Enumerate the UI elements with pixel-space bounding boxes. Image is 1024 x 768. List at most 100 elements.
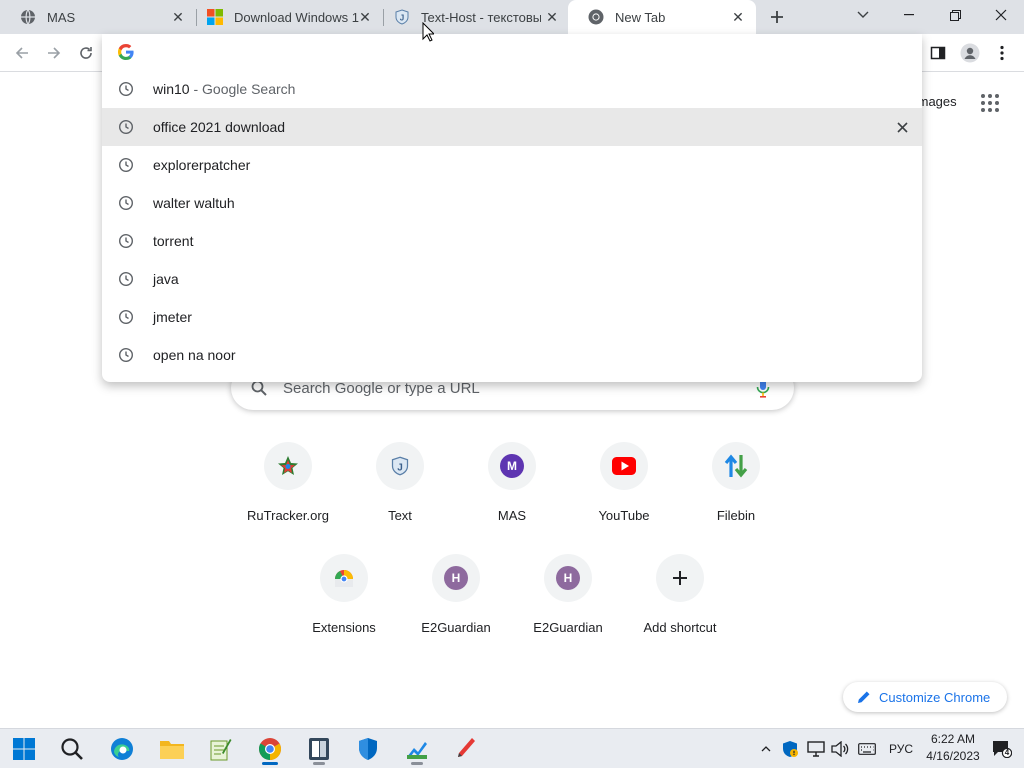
- tab-new-tab[interactable]: New Tab ✕: [568, 0, 756, 34]
- tray-network[interactable]: [806, 739, 826, 759]
- reload-button[interactable]: [74, 41, 98, 65]
- running-indicator: [313, 762, 325, 765]
- taskbar-notepad-plus[interactable]: [204, 733, 236, 765]
- texthost-shield-icon: J: [394, 9, 410, 25]
- close-icon: [995, 9, 1007, 21]
- omnibox-suggestion[interactable]: jmeter: [102, 298, 922, 336]
- shortcut-tile-mas[interactable]: M MAS: [456, 442, 568, 542]
- tray-volume[interactable]: [830, 739, 850, 759]
- restore-button[interactable]: [932, 0, 978, 30]
- suggestion-text: explorerpatcher: [153, 157, 251, 173]
- youtube-icon: [600, 442, 648, 490]
- mouse-cursor-icon: [422, 22, 434, 42]
- shortcut-tile-e2guardian[interactable]: H E2Guardian: [512, 554, 624, 654]
- omnibox-dropdown: win10 - Google Search office 2021 downlo…: [102, 34, 922, 382]
- history-clock-icon: [118, 119, 134, 135]
- shortcut-tile-filebin[interactable]: Filebin: [680, 442, 792, 542]
- start-button[interactable]: [8, 733, 40, 765]
- taskbar-reader-app[interactable]: [303, 733, 335, 765]
- omnibox-suggestion[interactable]: walter waltuh: [102, 184, 922, 222]
- close-tab-icon[interactable]: ✕: [357, 9, 373, 25]
- svg-text:J: J: [397, 462, 403, 473]
- clock-date: 4/16/2023: [926, 749, 980, 763]
- omnibox-suggestion[interactable]: torrent: [102, 222, 922, 260]
- customize-chrome-button[interactable]: Customize Chrome: [843, 682, 1007, 712]
- shortcut-tile-e2guardian[interactable]: H E2Guardian: [400, 554, 512, 654]
- shortcut-label: MAS: [497, 508, 527, 523]
- tab-text-host[interactable]: J Text-Host - текстовый хостинг ✕: [374, 0, 570, 34]
- clock-time: 6:22 AM: [930, 732, 976, 746]
- letter-h-avatar: H: [444, 566, 468, 590]
- omnibox-suggestion[interactable]: java: [102, 260, 922, 298]
- history-clock-icon: [118, 81, 134, 97]
- omnibox-suggestion-selected[interactable]: office 2021 download: [102, 108, 922, 146]
- suggestion-text: win10: [153, 81, 190, 97]
- windows-logo-icon: [207, 9, 223, 25]
- tray-keyboard[interactable]: [856, 739, 878, 759]
- close-tab-icon[interactable]: ✕: [170, 9, 186, 25]
- omnibox-suggestion[interactable]: open na noor: [102, 336, 922, 374]
- back-button[interactable]: [10, 41, 34, 65]
- taskbar-paint-app[interactable]: [450, 733, 482, 765]
- book-reader-icon: [309, 738, 329, 760]
- shortcut-tile-text[interactable]: J Text: [344, 442, 456, 542]
- taskbar-file-explorer[interactable]: [156, 733, 188, 765]
- close-window-button[interactable]: [978, 0, 1024, 30]
- taskbar-spreadsheet-app[interactable]: [401, 733, 433, 765]
- taskbar-clock[interactable]: 6:22 AM 4/16/2023: [922, 731, 984, 765]
- close-tab-icon[interactable]: ✕: [730, 9, 746, 25]
- chrome-menu-button[interactable]: [990, 41, 1014, 65]
- svg-text:J: J: [400, 14, 404, 23]
- more-vert-icon: [1000, 45, 1004, 61]
- restore-icon: [949, 9, 961, 21]
- profile-button[interactable]: [958, 41, 982, 65]
- pencil-icon: [857, 690, 871, 704]
- plus-icon: [771, 11, 783, 23]
- side-panel-button[interactable]: [926, 41, 950, 65]
- omnibox-suggestion[interactable]: explorerpatcher: [102, 146, 922, 184]
- omnibox-input[interactable]: [152, 40, 892, 64]
- history-clock-icon: [118, 271, 134, 287]
- taskbar-edge[interactable]: [106, 733, 138, 765]
- new-tab-button[interactable]: [764, 4, 790, 30]
- forward-button[interactable]: [42, 41, 66, 65]
- shortcut-tile-youtube[interactable]: YouTube: [568, 442, 680, 542]
- tab-search-button[interactable]: [840, 0, 886, 30]
- google-apps-icon[interactable]: [980, 93, 1000, 113]
- language-indicator[interactable]: РУС: [884, 739, 918, 759]
- shortcut-tile-extensions[interactable]: Extensions: [288, 554, 400, 654]
- tab-title: Text-Host - текстовый хостинг: [421, 9, 541, 25]
- history-clock-icon: [118, 195, 134, 211]
- rutracker-icon: [264, 442, 312, 490]
- tab-mas[interactable]: MAS ✕: [0, 0, 196, 34]
- suggestion-description: - Google Search: [189, 81, 296, 97]
- add-shortcut-tile[interactable]: Add shortcut: [624, 554, 736, 654]
- tray-security[interactable]: [780, 739, 800, 759]
- notifications-button[interactable]: 4: [992, 740, 1013, 759]
- shortcut-label: Filebin: [716, 508, 756, 523]
- shortcut-label: E2Guardian: [421, 620, 491, 635]
- suggestion-text: torrent: [153, 233, 194, 249]
- tab-strip: MAS ✕ Download Windows 10 ✕ J Text-Host …: [0, 0, 1024, 34]
- shortcut-label: YouTube: [598, 508, 650, 523]
- taskbar-chrome[interactable]: [254, 733, 286, 765]
- show-hidden-icons-button[interactable]: [758, 739, 774, 759]
- taskbar-defender[interactable]: [352, 733, 384, 765]
- minimize-button[interactable]: [886, 0, 932, 30]
- shortcut-tile-rutracker[interactable]: RuTracker.org: [232, 442, 344, 542]
- google-g-icon: [118, 44, 134, 60]
- close-icon: [896, 121, 908, 133]
- history-clock-icon: [118, 309, 134, 325]
- speaker-icon: [831, 741, 849, 757]
- omnibox-suggestion[interactable]: win10 - Google Search: [102, 70, 922, 108]
- taskbar-search-button[interactable]: [56, 733, 88, 765]
- folder-icon: [160, 741, 184, 759]
- remove-suggestion-button[interactable]: [894, 119, 910, 135]
- tab-download-windows-10[interactable]: Download Windows 10 ✕: [187, 0, 383, 34]
- arrow-left-icon: [15, 47, 28, 59]
- keyboard-icon: [858, 743, 876, 755]
- shield-icon: [359, 738, 377, 760]
- close-tab-icon[interactable]: ✕: [544, 9, 560, 25]
- tab-title: New Tab: [615, 9, 666, 25]
- chrome-icon: [259, 738, 281, 760]
